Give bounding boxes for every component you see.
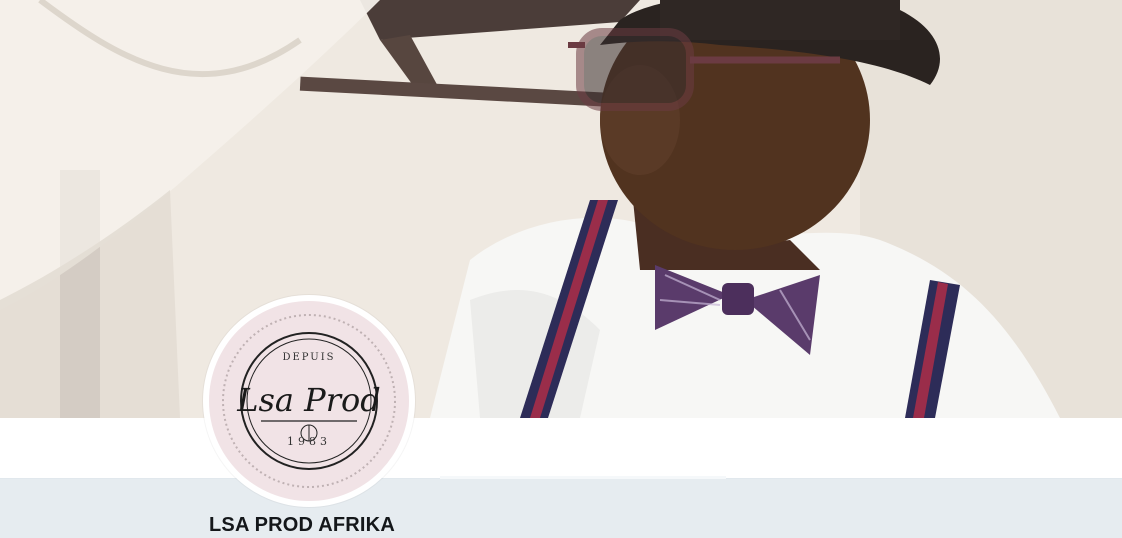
profile-nav-bar [0,418,1122,479]
banner-photo [0,0,1122,418]
logo-bottom-text: 1983 [287,435,331,448]
profile-page: DEPUIS Lsa Prod 1983 LSA PROD AFRIKA [0,0,1122,538]
avatar-logo: DEPUIS Lsa Prod 1983 [209,301,409,501]
profile-name[interactable]: LSA PROD AFRIKA [209,514,395,537]
logo-top-text: DEPUIS [282,352,336,363]
profile-avatar[interactable]: DEPUIS Lsa Prod 1983 [203,295,415,507]
nav-divider [440,476,726,479]
header-banner-image[interactable] [0,0,1122,418]
logo-main-text: Lsa Prod [237,381,381,419]
